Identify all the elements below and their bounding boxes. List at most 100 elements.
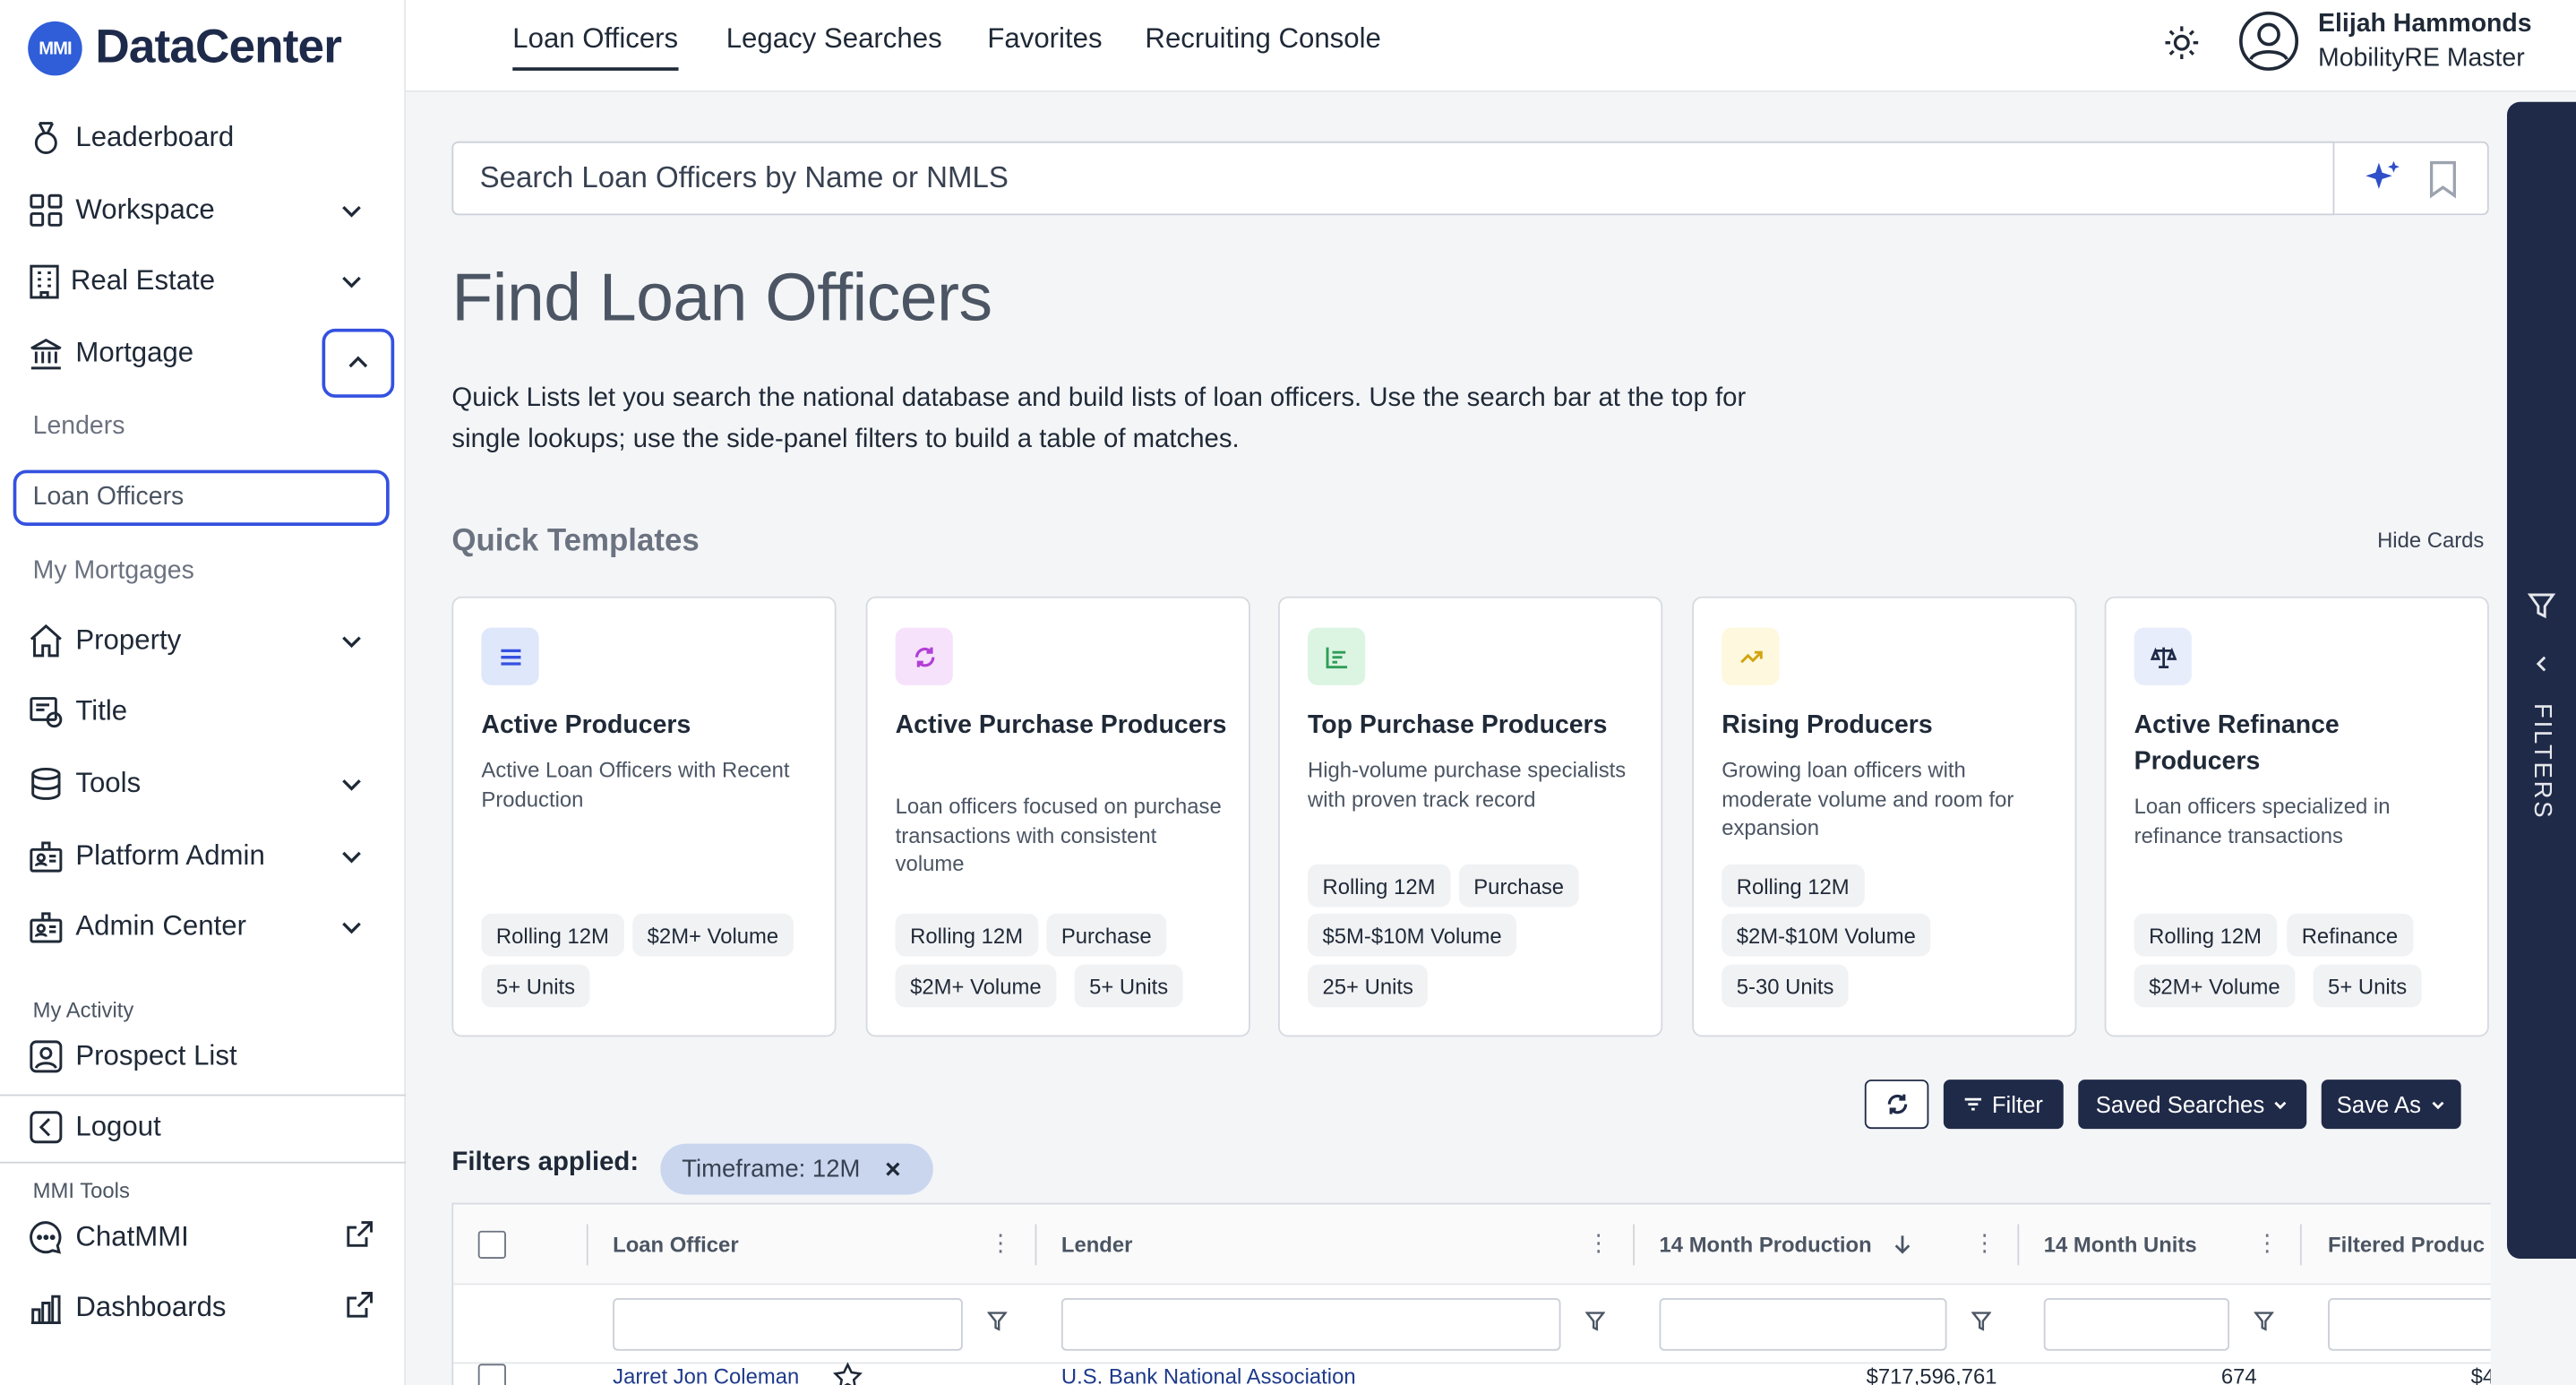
template-card-top-purchase-producers[interactable]: Top Purchase Producers High-volume purch… bbox=[1278, 596, 1663, 1037]
avatar[interactable] bbox=[2237, 10, 2300, 73]
bar-chart-icon bbox=[1308, 627, 1366, 685]
chevron-down-icon[interactable] bbox=[335, 768, 368, 801]
column-menu-icon[interactable]: ⋮ bbox=[989, 1229, 1012, 1257]
sidebar-item-logout[interactable]: Logout bbox=[26, 1097, 379, 1157]
sidebar-item-label: Platform Admin bbox=[75, 839, 265, 872]
filter-icon[interactable] bbox=[2254, 1312, 2274, 1331]
sidebar-item-label: Mortgage bbox=[75, 337, 194, 368]
page-title: Find Loan Officers bbox=[451, 259, 992, 336]
tab-favorites[interactable]: Favorites bbox=[987, 23, 1102, 56]
sidebar-item-label: Title bbox=[75, 694, 128, 727]
filter-icon[interactable] bbox=[987, 1312, 1008, 1331]
user-card-icon bbox=[26, 1037, 65, 1076]
column-separator bbox=[1035, 1224, 1037, 1266]
chevron-up-icon bbox=[348, 356, 368, 368]
ai-sparkle-icon[interactable] bbox=[2363, 159, 2402, 199]
star-icon[interactable] bbox=[832, 1362, 863, 1385]
sidebar-item-prospect-list[interactable]: Prospect List bbox=[26, 1027, 379, 1086]
app-root: MMI DataCenter Leaderboard Workspace Rea… bbox=[0, 0, 2576, 1385]
column-header-14-month-production[interactable]: 14 Month Production bbox=[1660, 1233, 1872, 1258]
filters-rail-label[interactable]: FILTERS bbox=[2529, 703, 2556, 820]
column-header-14-month-units[interactable]: 14 Month Units bbox=[2044, 1233, 2197, 1258]
lender-link[interactable]: U.S. Bank National Association bbox=[1061, 1363, 1356, 1385]
filters-applied-label: Filters applied: bbox=[451, 1148, 640, 1177]
mortgage-collapse-button[interactable] bbox=[322, 328, 395, 398]
chevron-down-icon[interactable] bbox=[335, 624, 368, 658]
template-card-active-purchase-producers[interactable]: Active Purchase Producers Loan officers … bbox=[865, 596, 1250, 1037]
card-chip: 5+ Units bbox=[2313, 964, 2422, 1008]
sidebar-item-label: Workspace bbox=[75, 194, 215, 226]
sidebar-item-dashboards[interactable]: Dashboards bbox=[26, 1278, 379, 1338]
filtered-production-filter-input[interactable] bbox=[2328, 1298, 2491, 1351]
units-filter-input[interactable] bbox=[2043, 1298, 2230, 1351]
sidebar-item-label: Property bbox=[75, 624, 182, 656]
sidebar-item-real-estate[interactable]: Real Estate bbox=[26, 252, 379, 311]
bookmark-icon[interactable] bbox=[2426, 159, 2460, 199]
external-link-icon[interactable] bbox=[343, 1288, 376, 1321]
column-header-lender[interactable]: Lender bbox=[1061, 1233, 1133, 1258]
logo[interactable]: MMI DataCenter bbox=[28, 21, 342, 76]
column-header-loan-officer[interactable]: Loan Officer bbox=[613, 1233, 738, 1258]
sidebar-item-platform-admin[interactable]: Platform Admin bbox=[26, 827, 379, 886]
card-chip: Rolling 12M bbox=[481, 913, 624, 957]
production-filter-input[interactable] bbox=[1659, 1298, 1947, 1351]
hide-cards-button[interactable]: Hide Cards bbox=[2377, 528, 2484, 553]
sidebar: MMI DataCenter Leaderboard Workspace Rea… bbox=[0, 0, 407, 1385]
chevron-down-icon[interactable] bbox=[335, 839, 368, 873]
intro-text: Quick Lists let you search the national … bbox=[451, 384, 1747, 454]
filters-side-panel-toggle[interactable] bbox=[2506, 101, 2576, 1259]
refresh-icon bbox=[1886, 1094, 1907, 1114]
template-card-active-refinance-producers[interactable]: Active Refinance Producers Loan officers… bbox=[2104, 596, 2489, 1037]
sidebar-item-property[interactable]: Property bbox=[26, 611, 379, 670]
tab-loan-officers[interactable]: Loan Officers bbox=[512, 23, 679, 71]
template-card-rising-producers[interactable]: Rising Producers Growing loan officers w… bbox=[1692, 596, 2077, 1037]
tab-recruiting-console[interactable]: Recruiting Console bbox=[1145, 23, 1380, 56]
loan-officer-link[interactable]: Jarret Jon Coleman bbox=[613, 1363, 799, 1385]
column-header-filtered-production[interactable]: Filtered Produc bbox=[2328, 1233, 2485, 1258]
column-menu-icon[interactable]: ⋮ bbox=[2255, 1229, 2279, 1257]
search-input[interactable]: Search Loan Officers by Name or NMLS bbox=[451, 141, 2335, 216]
sidebar-item-leaderboard[interactable]: Leaderboard bbox=[26, 108, 379, 168]
card-chip: 25+ Units bbox=[1308, 964, 1429, 1008]
card-chip: Rolling 12M bbox=[1722, 864, 1865, 908]
sidebar-item-workspace[interactable]: Workspace bbox=[26, 181, 379, 240]
filter-icon[interactable] bbox=[1585, 1312, 1606, 1331]
loan-officer-filter-input[interactable] bbox=[613, 1298, 963, 1351]
sidebar-subitem-loan-officers[interactable]: Loan Officers bbox=[13, 469, 390, 526]
sidebar-item-admin-center[interactable]: Admin Center bbox=[26, 897, 379, 956]
refresh-button[interactable] bbox=[1864, 1080, 1929, 1130]
chevron-down-icon[interactable] bbox=[335, 194, 368, 227]
sidebar-subitem-my-mortgages[interactable]: My Mortgages bbox=[33, 557, 194, 587]
tab-legacy-searches[interactable]: Legacy Searches bbox=[726, 23, 942, 56]
chevron-down-icon[interactable] bbox=[335, 910, 368, 943]
sidebar-item-title[interactable]: Title bbox=[26, 682, 379, 741]
column-menu-icon[interactable]: ⋮ bbox=[1587, 1229, 1610, 1257]
results-table: Loan Officer ⋮ Lender ⋮ 14 Month Product… bbox=[451, 1202, 2491, 1385]
row-checkbox[interactable] bbox=[477, 1363, 506, 1385]
close-icon[interactable] bbox=[883, 1160, 901, 1178]
sidebar-item-tools[interactable]: Tools bbox=[26, 754, 379, 813]
sidebar-divider bbox=[0, 1094, 407, 1097]
filter-icon[interactable] bbox=[1971, 1312, 1992, 1331]
column-separator bbox=[1633, 1224, 1636, 1266]
table-row[interactable]: Jarret Jon Coleman U.S. Bank National As… bbox=[453, 1362, 2491, 1385]
chevron-down-icon bbox=[2431, 1101, 2443, 1110]
sort-desc-icon[interactable] bbox=[1894, 1234, 1911, 1254]
filter-pill-timeframe[interactable]: Timeframe: 12M bbox=[660, 1143, 933, 1195]
select-all-checkbox[interactable] bbox=[477, 1230, 506, 1259]
bar-chart-icon bbox=[26, 1288, 65, 1328]
user-name: Elijah Hammonds bbox=[2318, 10, 2532, 39]
saved-searches-label: Saved Searches bbox=[2095, 1090, 2265, 1118]
sidebar-item-chatmmi[interactable]: ChatMMI bbox=[26, 1208, 379, 1267]
chevron-down-icon[interactable] bbox=[335, 264, 368, 297]
lender-filter-input[interactable] bbox=[1060, 1298, 1561, 1351]
column-menu-icon[interactable]: ⋮ bbox=[1973, 1229, 1996, 1257]
template-card-active-producers[interactable]: Active Producers Active Loan Officers wi… bbox=[451, 596, 837, 1037]
theme-toggle-sun-icon[interactable] bbox=[2162, 23, 2202, 63]
filter-button[interactable]: Filter bbox=[1943, 1080, 2064, 1130]
saved-searches-button[interactable]: Saved Searches bbox=[2078, 1080, 2307, 1130]
card-chip: $2M+ Volume bbox=[895, 964, 1057, 1008]
external-link-icon[interactable] bbox=[343, 1217, 376, 1251]
sidebar-subitem-lenders[interactable]: Lenders bbox=[33, 412, 125, 442]
save-as-button[interactable]: Save As bbox=[2321, 1080, 2461, 1130]
